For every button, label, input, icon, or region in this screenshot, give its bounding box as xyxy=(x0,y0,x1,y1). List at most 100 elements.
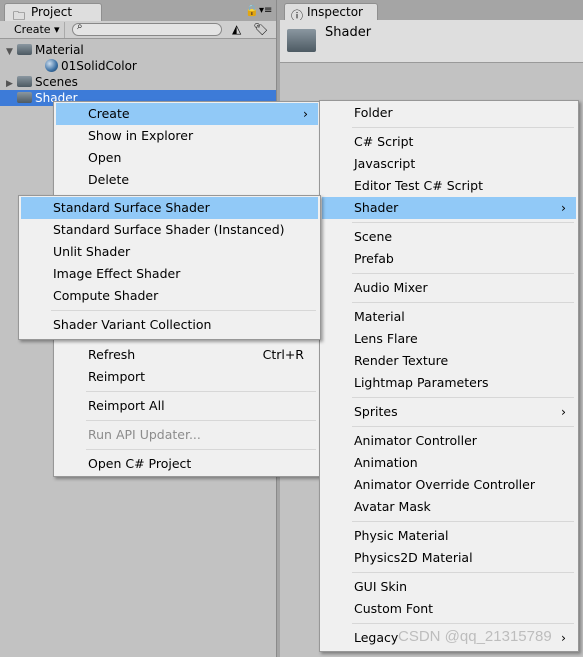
menu-item-label: Animation xyxy=(354,455,418,470)
menu-item-label: Audio Mixer xyxy=(354,280,428,295)
filter-by-type-icon[interactable]: ◭ xyxy=(232,22,241,36)
menu-item-label: Create xyxy=(88,106,130,121)
menu-item-compute-shader[interactable]: Compute Shader xyxy=(21,285,318,307)
menu-item-prefab[interactable]: Prefab xyxy=(322,248,576,270)
tree-item-01solidcolor[interactable]: 01SolidColor xyxy=(0,58,276,74)
menu-item-image-effect-shader[interactable]: Image Effect Shader xyxy=(21,263,318,285)
menu-item-label: Open C# Project xyxy=(88,456,192,471)
menu-item-audio-mixer[interactable]: Audio Mixer xyxy=(322,277,576,299)
menu-item-material[interactable]: Material xyxy=(322,306,576,328)
lock-icon[interactable]: 🔒 xyxy=(245,4,259,17)
menu-item-label: Physics2D Material xyxy=(354,550,473,565)
menu-item-render-texture[interactable]: Render Texture xyxy=(322,350,576,372)
menu-separator xyxy=(322,270,576,277)
menu-separator xyxy=(322,423,576,430)
menu-separator xyxy=(56,388,318,395)
menu-item-label: Sprites xyxy=(354,404,398,419)
menu-separator xyxy=(322,518,576,525)
menu-item-shader[interactable]: Shader › xyxy=(322,197,576,219)
menu-item-label: Scene xyxy=(354,229,393,244)
menu-item-label: Animator Override Controller xyxy=(354,477,535,492)
menu-separator xyxy=(322,299,576,306)
tree-item-label: Scenes xyxy=(35,75,78,89)
menu-item-label: Unlit Shader xyxy=(53,244,131,259)
submenu-arrow-icon: › xyxy=(561,630,566,645)
create-button[interactable]: Create ▾ xyxy=(10,22,65,38)
menu-item-label: Custom Font xyxy=(354,601,434,616)
project-tab-label: Project xyxy=(31,5,73,19)
project-tabstrip: 🗀 Project 🔒 ▾≡ xyxy=(0,0,276,23)
menu-item-folder[interactable]: Folder xyxy=(322,102,576,124)
menu-separator xyxy=(21,307,318,314)
menu-item-label: Open xyxy=(88,150,122,165)
menu-item-label: Editor Test C# Script xyxy=(354,178,483,193)
menu-item-create[interactable]: Create › xyxy=(56,103,318,125)
menu-item-lightmap-parameters[interactable]: Lightmap Parameters xyxy=(322,372,576,394)
menu-item-animator-override-controller[interactable]: Animator Override Controller xyxy=(322,474,576,496)
folder-icon xyxy=(17,44,32,55)
menu-item-show-in-explorer[interactable]: Show in Explorer xyxy=(56,125,318,147)
menu-item-open[interactable]: Open xyxy=(56,147,318,169)
menu-separator xyxy=(322,569,576,576)
tree-item-material[interactable]: ▼ Material xyxy=(0,42,276,58)
submenu-arrow-icon: › xyxy=(561,200,566,215)
menu-item-refresh[interactable]: Refresh Ctrl+R xyxy=(56,344,318,366)
menu-icon[interactable]: ▾≡ xyxy=(259,5,272,16)
menu-item-label: Material xyxy=(354,309,405,324)
menu-item-animator-controller[interactable]: Animator Controller xyxy=(322,430,576,452)
menu-separator xyxy=(322,219,576,226)
menu-separator xyxy=(322,620,576,627)
menu-item-label: Prefab xyxy=(354,251,394,266)
menu-item-run-api-updater: Run API Updater... xyxy=(56,424,318,446)
project-toolbar: Create ▾ ⌕ ◭ 🏷 xyxy=(0,21,276,39)
search-input[interactable]: ⌕ xyxy=(72,21,222,36)
menu-item-reimport-all[interactable]: Reimport All xyxy=(56,395,318,417)
create-submenu: Folder C# Script Javascript Editor Test C# … xyxy=(319,100,579,652)
menu-item-label: Show in Explorer xyxy=(88,128,194,143)
menu-item-label: Compute Shader xyxy=(53,288,159,303)
menu-item-gui-skin[interactable]: GUI Skin xyxy=(322,576,576,598)
menu-item-label: Animator Controller xyxy=(354,433,477,448)
menu-item-standard-surface-shader[interactable]: Standard Surface Shader xyxy=(21,197,318,219)
project-tab[interactable]: 🗀 Project xyxy=(4,3,102,23)
menu-item-label: Reimport All xyxy=(88,398,165,413)
menu-item-c-script[interactable]: C# Script xyxy=(322,131,576,153)
menu-item-label: Shader xyxy=(354,200,399,215)
menu-item-label: C# Script xyxy=(354,134,414,149)
menu-item-avatar-mask[interactable]: Avatar Mask xyxy=(322,496,576,518)
tree-item-label: Material xyxy=(35,43,84,57)
menu-item-javascript[interactable]: Javascript xyxy=(322,153,576,175)
folder-icon xyxy=(287,29,316,52)
menu-item-reimport[interactable]: Reimport xyxy=(56,366,318,388)
menu-separator xyxy=(322,394,576,401)
tree-item-scenes[interactable]: ▶ Scenes xyxy=(0,74,276,90)
inspector-header: Shader xyxy=(280,20,583,63)
menu-item-label: Avatar Mask xyxy=(354,499,431,514)
menu-item-editor-test-c-script[interactable]: Editor Test C# Script xyxy=(322,175,576,197)
menu-item-physics2d-material[interactable]: Physics2D Material xyxy=(322,547,576,569)
menu-item-label: Lens Flare xyxy=(354,331,418,346)
menu-item-custom-font[interactable]: Custom Font xyxy=(322,598,576,620)
menu-item-label: Run API Updater... xyxy=(88,427,201,442)
menu-item-label: Standard Surface Shader xyxy=(53,200,210,215)
menu-item-label: Render Texture xyxy=(354,353,449,368)
menu-item-label: Folder xyxy=(354,105,393,120)
label-tag-icon[interactable]: 🏷 xyxy=(253,22,268,36)
menu-item-shader-variant-collection[interactable]: Shader Variant Collection xyxy=(21,314,318,336)
menu-item-animation[interactable]: Animation xyxy=(322,452,576,474)
menu-item-label: Lightmap Parameters xyxy=(354,375,489,390)
menu-item-standard-surface-shader-instanced[interactable]: Standard Surface Shader (Instanced) xyxy=(21,219,318,241)
menu-item-label: GUI Skin xyxy=(354,579,408,594)
menu-item-scene[interactable]: Scene xyxy=(322,226,576,248)
menu-item-physic-material[interactable]: Physic Material xyxy=(322,525,576,547)
submenu-arrow-icon: › xyxy=(561,404,566,419)
menu-item-lens-flare[interactable]: Lens Flare xyxy=(322,328,576,350)
inspector-title: Shader xyxy=(325,25,372,40)
menu-item-open-c-project[interactable]: Open C# Project xyxy=(56,453,318,475)
menu-item-sprites[interactable]: Sprites › xyxy=(322,401,576,423)
inspector-tab[interactable]: ⓘ Inspector xyxy=(284,3,378,23)
menu-item-label: Physic Material xyxy=(354,528,449,543)
menu-item-delete[interactable]: Delete xyxy=(56,169,318,191)
menu-item-unlit-shader[interactable]: Unlit Shader xyxy=(21,241,318,263)
material-ball-icon xyxy=(45,59,58,72)
